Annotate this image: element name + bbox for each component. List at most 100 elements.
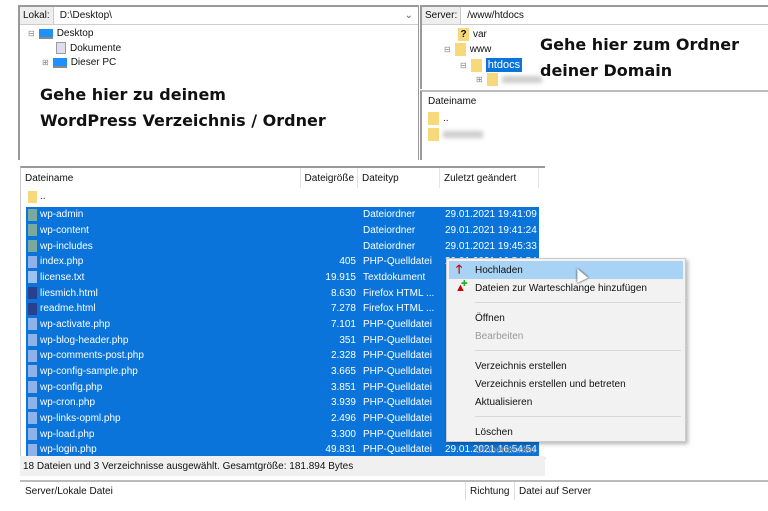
file-type: PHP-Quelldatei [363,412,432,424]
column-header-size[interactable]: Dateigröße [301,168,358,188]
menu-item-label: Löschen [475,426,513,438]
list-item-parent[interactable]: .. [428,112,449,125]
column-header-remote-file[interactable]: Datei auf Server [514,482,595,500]
file-name: .. [40,191,46,203]
annotation-line: Gehe hier zum Ordner [540,35,740,54]
file-icon [28,287,37,300]
expand-icon[interactable]: ⊞ [42,58,49,67]
file-type: Textdokument [363,271,426,283]
menu-item-label: Hochladen [475,264,523,276]
file-name: wp-config.php [40,381,103,393]
menu-item-dateien-zur-warteschlange-hinzufügen[interactable]: ▲ ✚ Dateien zur Warteschlange hinzufügen [449,279,683,297]
menu-item-löschen[interactable]: Löschen [449,423,683,441]
file-icon [28,255,37,268]
documents-icon [56,42,66,54]
collapse-icon[interactable]: ⊟ [444,45,451,54]
menu-item-verzeichnis-erstellen[interactable]: Verzeichnis erstellen [449,357,683,375]
file-name: wp-content [40,224,89,236]
file-icon [28,302,37,315]
file-type: PHP-Quelldatei [363,397,432,409]
folder-icon [28,224,37,237]
file-type: Dateiordner [363,224,416,236]
menu-item-label: Umbenennen [475,444,536,456]
file-type: PHP-Quelldatei [363,365,432,377]
file-type: PHP-Quelldatei [363,381,432,393]
collapse-icon[interactable]: ⊟ [460,61,467,70]
file-type: Dateiordner [363,240,416,252]
tree-item-dieser-pc[interactable]: ⊞ Dieser PC [42,57,116,68]
collapse-icon[interactable]: ⊟ [28,29,35,38]
file-name: wp-cron.php [40,397,96,409]
menu-item-label: Dateien zur Warteschlange hinzufügen [475,282,647,294]
file-type: Firefox HTML ... [363,303,435,315]
column-header-date[interactable]: Zuletzt geändert [440,168,539,188]
file-size: 3.851 [330,381,356,393]
file-icon [28,349,37,362]
menu-item-bearbeiten[interactable]: Bearbeiten [449,327,683,345]
column-header-type[interactable]: Dateityp [358,168,440,188]
table-row-parent[interactable]: .. [26,189,539,205]
file-type: PHP-Quelldatei [363,334,432,346]
list-item-domain[interactable] [428,128,483,141]
menu-item-label: Verzeichnis erstellen [475,360,567,372]
file-name: readme.html [40,303,96,315]
file-name: wp-comments-post.php [40,350,144,362]
tree-item-dokumente[interactable]: Dokumente [56,42,121,54]
table-row[interactable]: wp-content Dateiordner 29.01.2021 19:41:… [26,222,539,239]
file-size: 3.300 [330,428,356,440]
menu-item-verzeichnis-erstellen-und-betreten[interactable]: Verzeichnis erstellen und betreten [449,375,683,393]
annotation-line: Gehe hier zu deinem [40,85,226,104]
file-type: PHP-Quelldatei [363,444,432,456]
folder-icon [428,128,439,141]
chevron-down-icon[interactable]: ⌄ [405,10,418,21]
file-size: 2.496 [330,412,356,424]
column-header-name[interactable]: Dateiname [21,168,301,188]
folder-icon [470,58,482,72]
folder-icon [454,43,466,56]
file-size: 7.278 [330,303,356,315]
local-path-input[interactable]: D:\Desktop\ [54,10,405,21]
file-icon [28,428,37,441]
expand-icon[interactable]: ⊞ [476,75,483,84]
folder-icon [28,190,37,203]
list-label: .. [443,113,449,124]
menu-item-aktualisieren[interactable]: Aktualisieren [449,393,683,411]
tree-label: www [469,44,492,55]
file-icon [28,396,37,409]
tree-item-www[interactable]: ⊟ www [444,43,491,56]
server-path-bar: Server: /www/htdocs [422,7,768,25]
computer-icon [52,57,67,68]
file-name: wp-login.php [40,444,97,456]
tree-item-var[interactable]: ? var [458,28,487,41]
menu-item-umbenennen[interactable]: Umbenennen [449,441,683,459]
menu-item-label: Aktualisieren [475,396,533,408]
menu-separator [475,302,681,303]
column-header-dateiname[interactable]: Dateiname [428,96,476,107]
tree-item-desktop[interactable]: ⊟ Desktop [28,28,93,39]
file-icon [28,271,37,284]
server-path-input[interactable]: /www/htdocs [461,10,768,21]
queue-header: Server/Lokale Datei Richtung Datei auf S… [20,480,768,500]
column-header-server-local-file[interactable]: Server/Lokale Datei [25,486,113,497]
file-type: PHP-Quelldatei [363,318,432,330]
file-name: wp-load.php [40,428,95,440]
file-name: wp-blog-header.php [40,334,129,346]
file-size: 2.328 [330,350,356,362]
menu-separator [475,416,681,417]
menu-item-label: Verzeichnis erstellen und betreten [475,378,626,390]
column-header-direction[interactable]: Richtung [465,482,513,500]
tree-item-domain[interactable]: ⊞ [476,73,542,86]
menu-item-hochladen[interactable]: 🡑 Hochladen [449,261,683,279]
table-row[interactable]: wp-admin Dateiordner 29.01.2021 19:41:09 [26,207,539,223]
annotation-local: Gehe hier zu deinem WordPress Verzeichnis… [40,83,326,133]
tree-item-htdocs[interactable]: ⊟ htdocs [460,58,523,72]
menu-item-öffnen[interactable]: Öffnen [449,309,683,327]
file-date: 29.01.2021 19:45:33 [445,240,537,252]
table-row[interactable]: wp-includes Dateiordner 29.01.2021 19:45… [26,238,539,254]
tree-label: Dieser PC [70,57,117,68]
tree-label: Dokumente [70,42,122,54]
file-type: Firefox HTML ... [363,287,435,299]
annotation-server: Gehe hier zum Ordner deiner Domain [540,33,739,83]
file-icon [28,365,37,378]
file-type: PHP-Quelldatei [363,428,432,440]
